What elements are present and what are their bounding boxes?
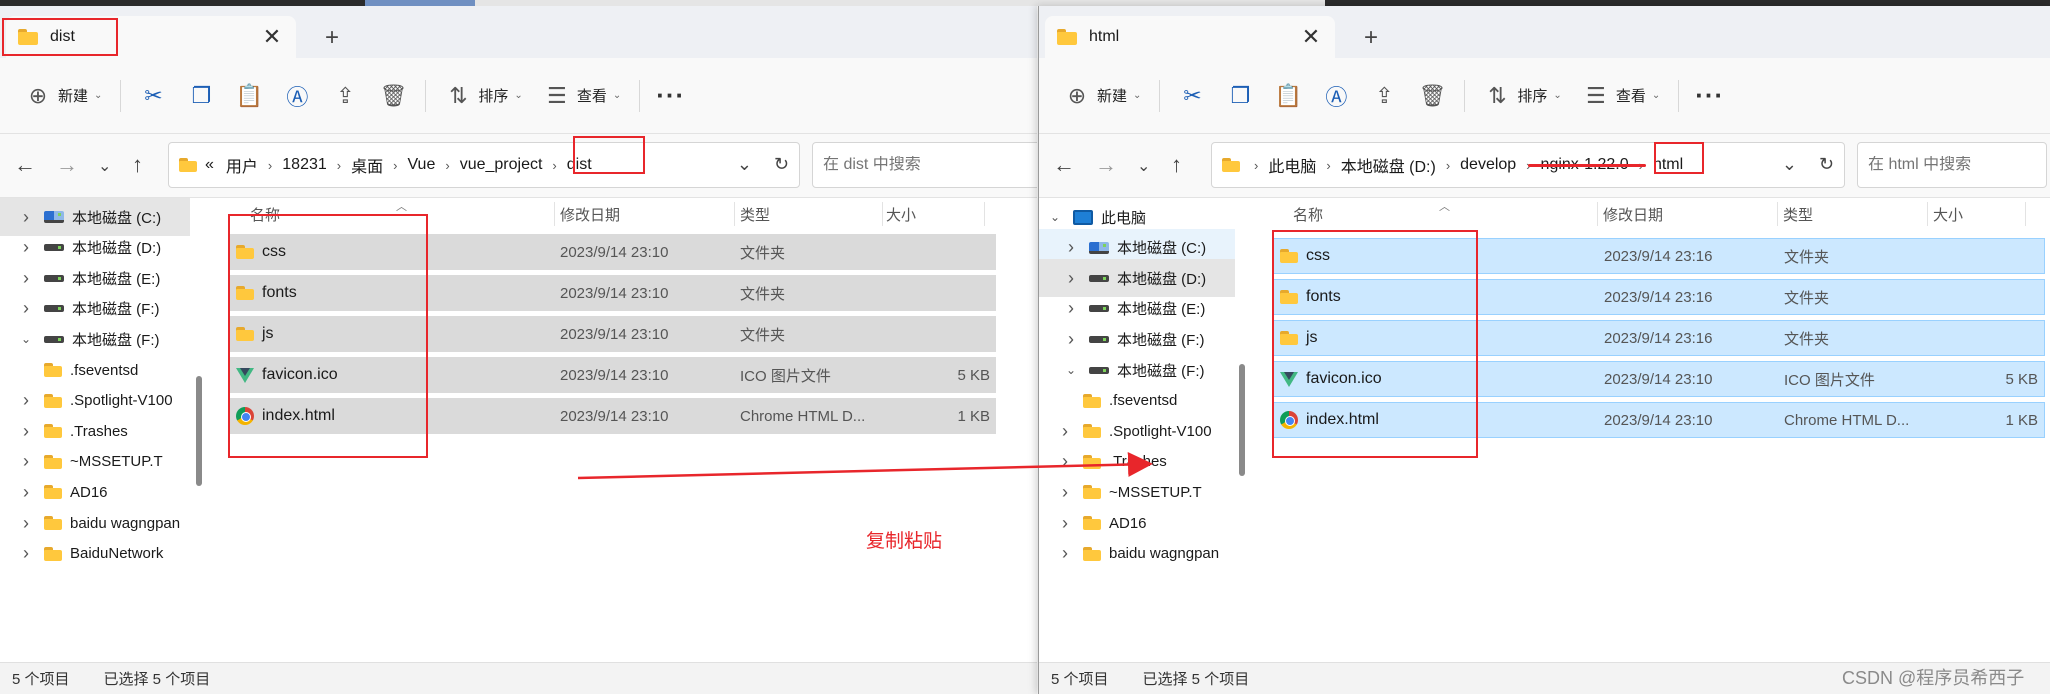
annotation-label: 复制粘贴 — [866, 531, 943, 552]
copy-arrow — [577, 451, 1153, 480]
watermark: CSDN @程序员希西子 — [1842, 668, 2025, 688]
screenshot-stage: dist ✕ + ⊕ 新建 ⌄ ✂ ❐ 📋 Ⓐ ⇪ 🗑 ⇅ 排序 ⌄ ☰ 查看 … — [0, 0, 2050, 694]
